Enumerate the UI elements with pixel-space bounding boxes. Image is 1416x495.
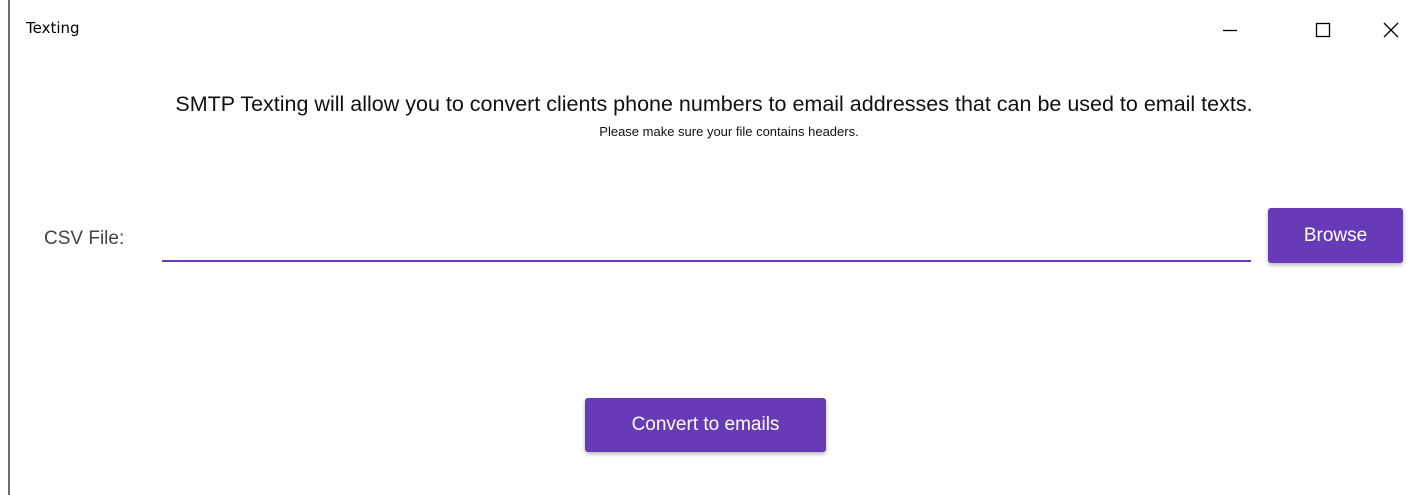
maximize-icon [1315, 22, 1331, 38]
close-button[interactable] [1366, 10, 1416, 50]
minimize-button[interactable] [1205, 10, 1255, 50]
title-bar[interactable]: Texting [10, 0, 1416, 60]
description-text: SMTP Texting will allow you to convert c… [175, 92, 1253, 116]
window-border [8, 0, 10, 495]
csv-file-label: CSV File: [44, 228, 125, 249]
minimize-icon [1223, 29, 1237, 32]
window-title: Texting [26, 19, 80, 37]
browse-button[interactable]: Browse [1268, 208, 1403, 263]
headers-note: Please make sure your file contains head… [599, 124, 859, 139]
app-window: Texting SMTP Texting will allow you to c… [0, 0, 1416, 495]
maximize-button[interactable] [1298, 10, 1348, 50]
close-icon [1383, 22, 1399, 38]
csv-file-input[interactable] [162, 212, 1251, 262]
convert-to-emails-button[interactable]: Convert to emails [585, 398, 826, 452]
